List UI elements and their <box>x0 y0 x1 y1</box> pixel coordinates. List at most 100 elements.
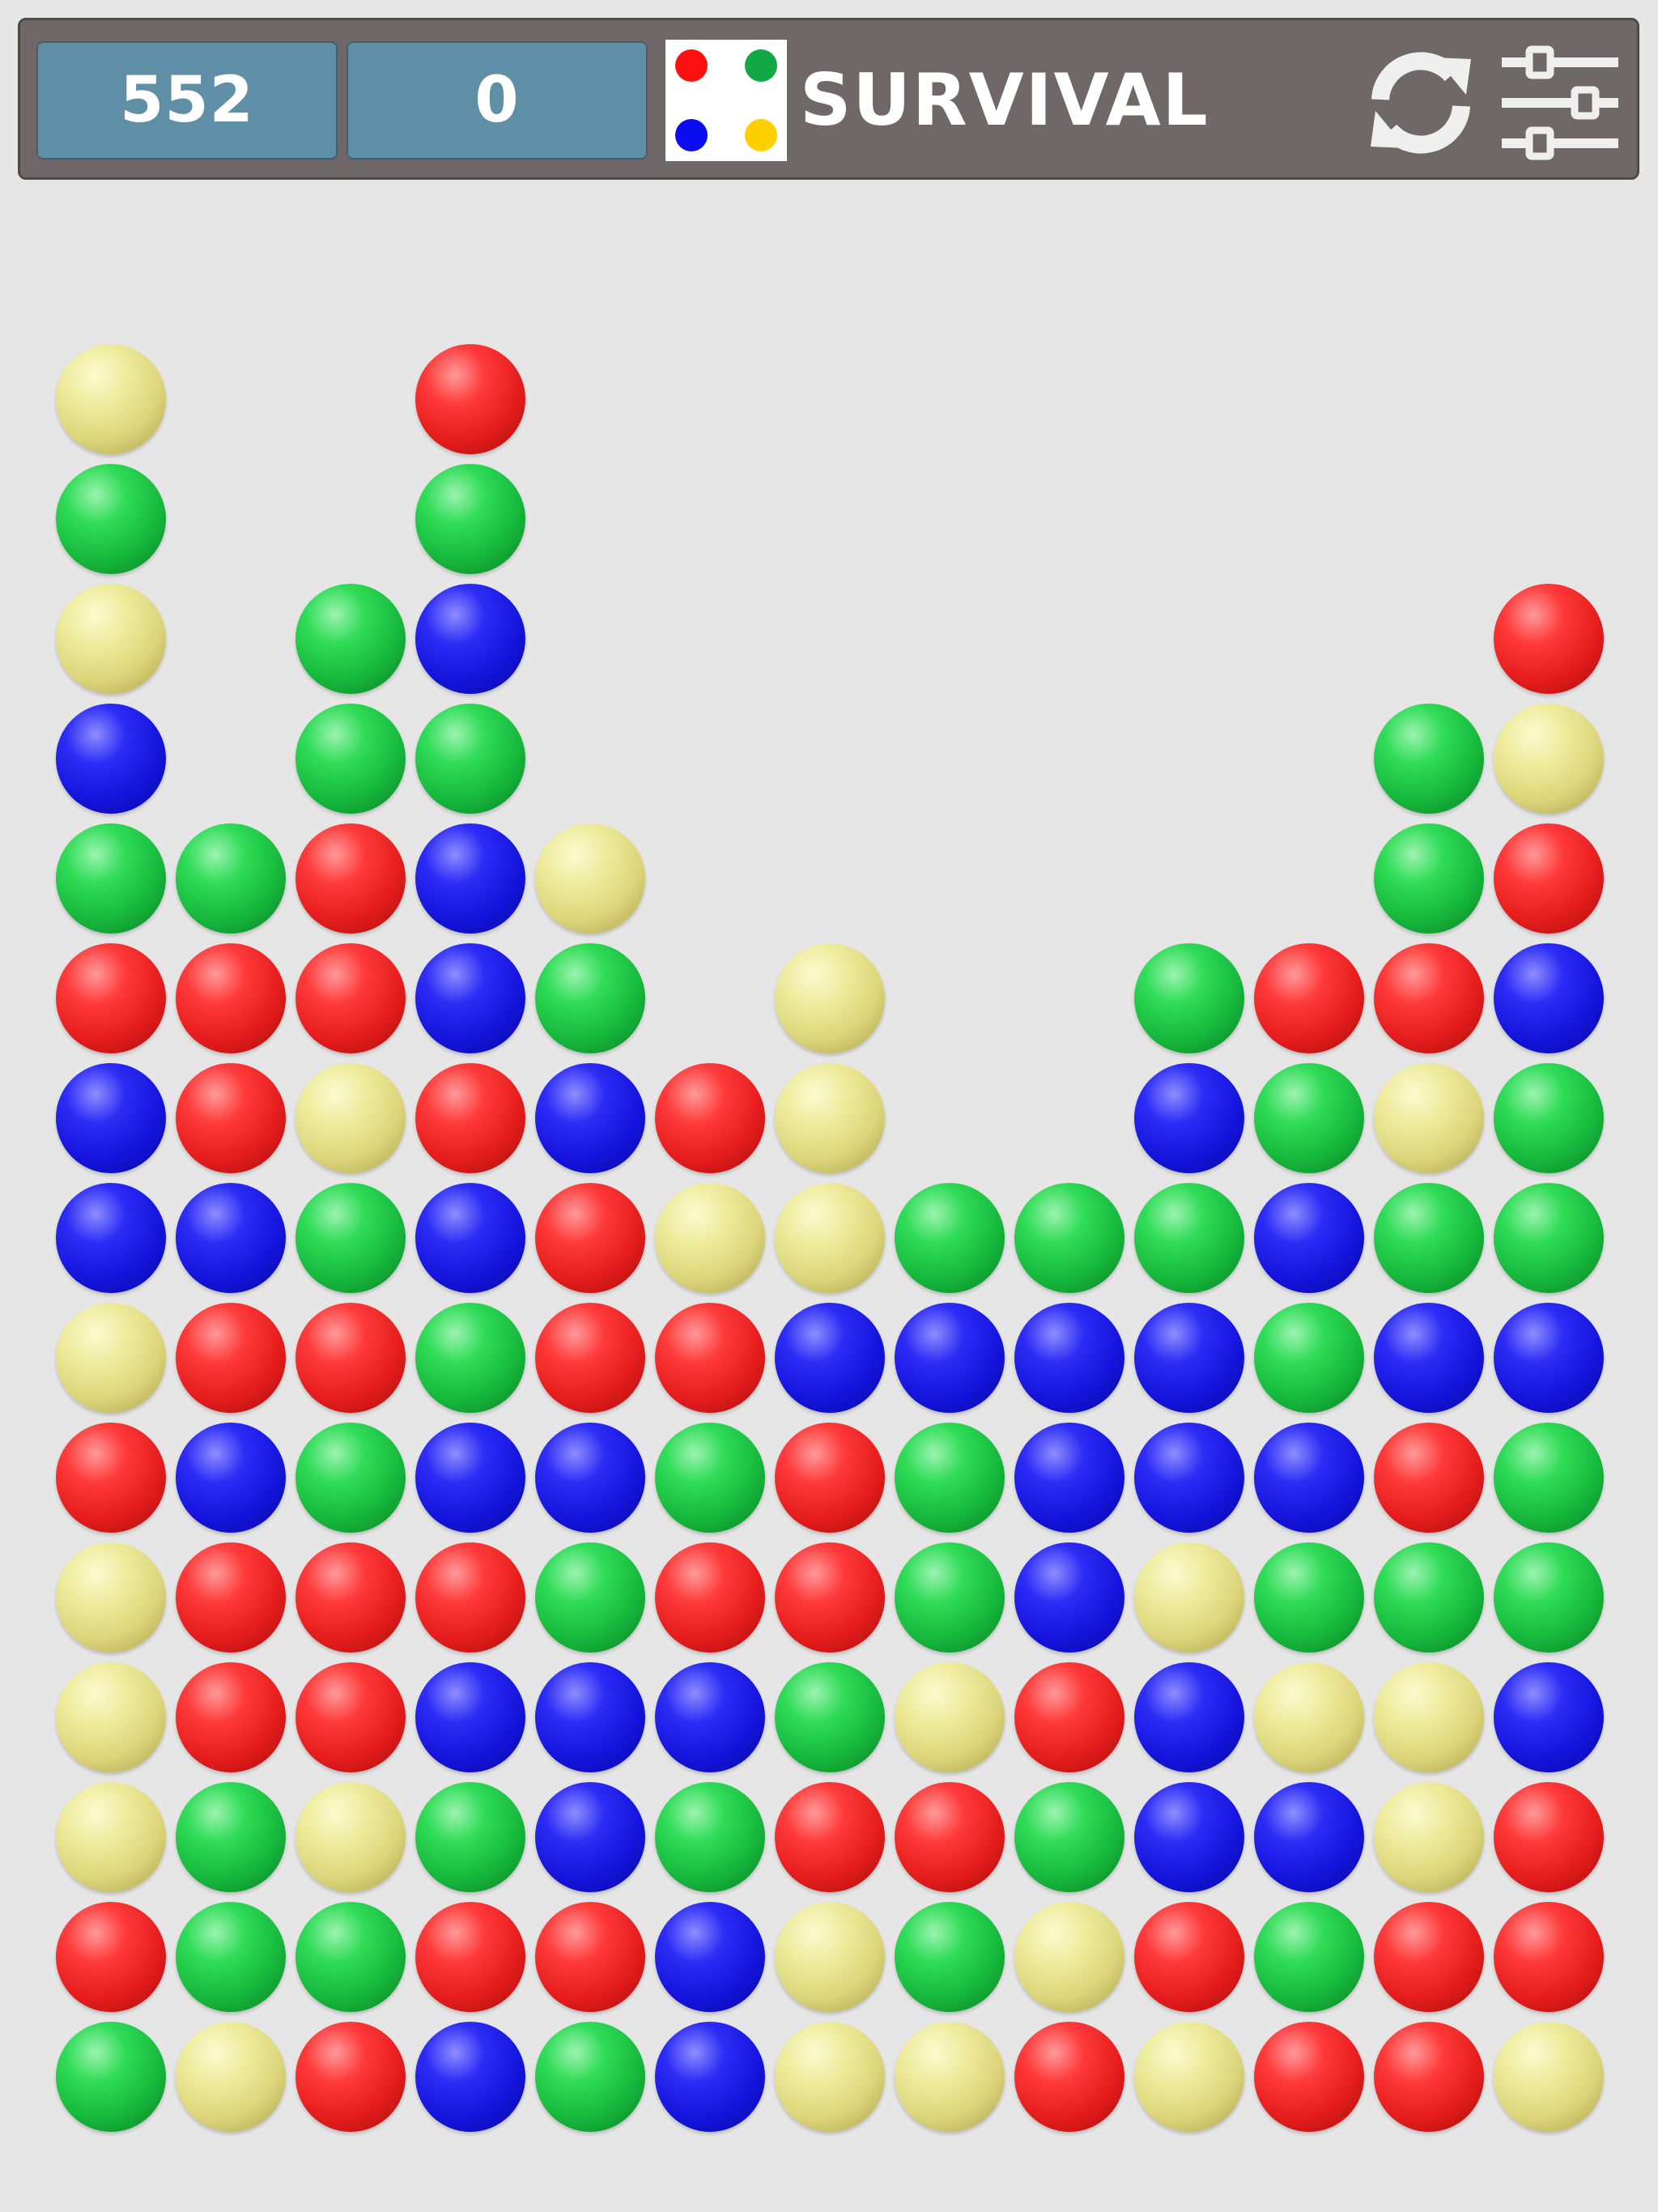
yellow-ball[interactable] <box>775 1183 885 1293</box>
yellow-ball[interactable] <box>1254 1662 1364 1772</box>
yellow-ball[interactable] <box>295 1063 406 1173</box>
blue-ball[interactable] <box>1014 1303 1124 1413</box>
yellow-ball[interactable] <box>1374 1782 1484 1892</box>
game-board[interactable] <box>0 0 1658 2212</box>
green-ball[interactable] <box>1374 823 1484 934</box>
yellow-ball[interactable] <box>1134 1542 1244 1653</box>
blue-ball[interactable] <box>895 1303 1005 1413</box>
red-ball[interactable] <box>655 1542 765 1653</box>
yellow-ball[interactable] <box>775 1902 885 2012</box>
yellow-ball[interactable] <box>775 2022 885 2132</box>
red-ball[interactable] <box>655 1063 765 1173</box>
red-ball[interactable] <box>415 1542 525 1653</box>
blue-ball[interactable] <box>415 2022 525 2132</box>
blue-ball[interactable] <box>775 1303 885 1413</box>
red-ball[interactable] <box>1374 1902 1484 2012</box>
red-ball[interactable] <box>415 344 525 454</box>
blue-ball[interactable] <box>535 1063 645 1173</box>
blue-ball[interactable] <box>1134 1423 1244 1533</box>
green-ball[interactable] <box>895 1902 1005 2012</box>
red-ball[interactable] <box>56 1902 166 2012</box>
red-ball[interactable] <box>775 1542 885 1653</box>
green-ball[interactable] <box>895 1423 1005 1533</box>
red-ball[interactable] <box>1494 1902 1604 2012</box>
yellow-ball[interactable] <box>535 823 645 934</box>
green-ball[interactable] <box>1014 1782 1124 1892</box>
blue-ball[interactable] <box>1014 1423 1124 1533</box>
red-ball[interactable] <box>1374 943 1484 1053</box>
red-ball[interactable] <box>56 1423 166 1533</box>
red-ball[interactable] <box>1494 1782 1604 1892</box>
red-ball[interactable] <box>56 943 166 1053</box>
green-ball[interactable] <box>1494 1542 1604 1653</box>
red-ball[interactable] <box>775 1423 885 1533</box>
red-ball[interactable] <box>1494 584 1604 694</box>
red-ball[interactable] <box>1134 1902 1244 2012</box>
red-ball[interactable] <box>295 1542 406 1653</box>
blue-ball[interactable] <box>1134 1662 1244 1772</box>
blue-ball[interactable] <box>535 1662 645 1772</box>
yellow-ball[interactable] <box>56 1303 166 1413</box>
red-ball[interactable] <box>1254 2022 1364 2132</box>
yellow-ball[interactable] <box>775 1063 885 1173</box>
blue-ball[interactable] <box>415 943 525 1053</box>
blue-ball[interactable] <box>1494 943 1604 1053</box>
blue-ball[interactable] <box>56 1183 166 1293</box>
red-ball[interactable] <box>895 1782 1005 1892</box>
blue-ball[interactable] <box>1374 1303 1484 1413</box>
green-ball[interactable] <box>535 2022 645 2132</box>
green-ball[interactable] <box>1494 1183 1604 1293</box>
red-ball[interactable] <box>295 1303 406 1413</box>
green-ball[interactable] <box>56 823 166 934</box>
green-ball[interactable] <box>1014 1183 1124 1293</box>
yellow-ball[interactable] <box>56 1542 166 1653</box>
green-ball[interactable] <box>415 704 525 814</box>
green-ball[interactable] <box>1374 1542 1484 1653</box>
green-ball[interactable] <box>1254 1063 1364 1173</box>
red-ball[interactable] <box>1014 2022 1124 2132</box>
blue-ball[interactable] <box>655 1662 765 1772</box>
green-ball[interactable] <box>176 823 286 934</box>
green-ball[interactable] <box>295 1183 406 1293</box>
green-ball[interactable] <box>1494 1423 1604 1533</box>
yellow-ball[interactable] <box>1134 2022 1244 2132</box>
red-ball[interactable] <box>176 943 286 1053</box>
blue-ball[interactable] <box>1134 1303 1244 1413</box>
yellow-ball[interactable] <box>655 1183 765 1293</box>
red-ball[interactable] <box>1374 2022 1484 2132</box>
green-ball[interactable] <box>1494 1063 1604 1173</box>
yellow-ball[interactable] <box>1374 1063 1484 1173</box>
blue-ball[interactable] <box>1254 1183 1364 1293</box>
blue-ball[interactable] <box>415 823 525 934</box>
yellow-ball[interactable] <box>56 584 166 694</box>
green-ball[interactable] <box>295 1423 406 1533</box>
green-ball[interactable] <box>775 1662 885 1772</box>
blue-ball[interactable] <box>655 1902 765 2012</box>
blue-ball[interactable] <box>655 2022 765 2132</box>
red-ball[interactable] <box>535 1902 645 2012</box>
blue-ball[interactable] <box>415 1423 525 1533</box>
green-ball[interactable] <box>295 1902 406 2012</box>
green-ball[interactable] <box>56 464 166 574</box>
red-ball[interactable] <box>176 1542 286 1653</box>
blue-ball[interactable] <box>1494 1303 1604 1413</box>
blue-ball[interactable] <box>415 1662 525 1772</box>
blue-ball[interactable] <box>56 1063 166 1173</box>
red-ball[interactable] <box>176 1662 286 1772</box>
yellow-ball[interactable] <box>895 1662 1005 1772</box>
red-ball[interactable] <box>775 1782 885 1892</box>
yellow-ball[interactable] <box>775 943 885 1053</box>
green-ball[interactable] <box>415 1303 525 1413</box>
blue-ball[interactable] <box>176 1423 286 1533</box>
yellow-ball[interactable] <box>1374 1662 1484 1772</box>
red-ball[interactable] <box>535 1303 645 1413</box>
green-ball[interactable] <box>1374 1183 1484 1293</box>
red-ball[interactable] <box>415 1902 525 2012</box>
blue-ball[interactable] <box>56 704 166 814</box>
green-ball[interactable] <box>1254 1542 1364 1653</box>
red-ball[interactable] <box>1254 943 1364 1053</box>
yellow-ball[interactable] <box>895 2022 1005 2132</box>
green-ball[interactable] <box>535 1542 645 1653</box>
red-ball[interactable] <box>295 943 406 1053</box>
blue-ball[interactable] <box>1254 1423 1364 1533</box>
